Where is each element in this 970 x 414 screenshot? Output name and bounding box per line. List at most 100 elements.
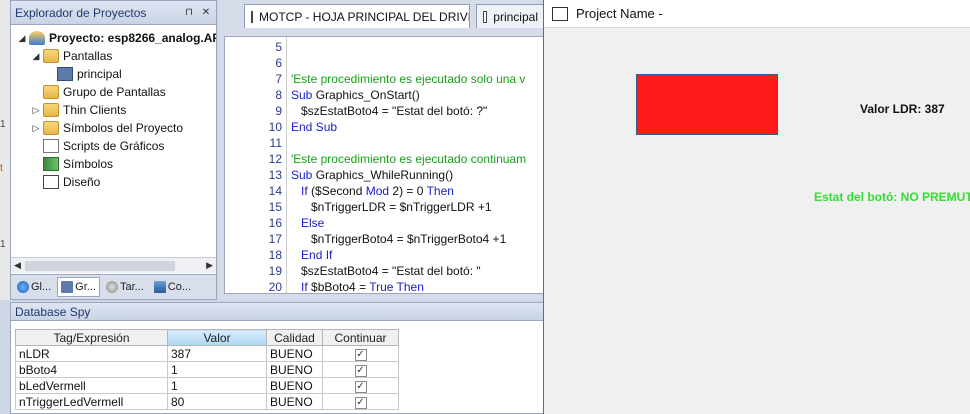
- tab-comm[interactable]: Co...: [150, 277, 195, 297]
- design-icon: [43, 175, 59, 189]
- tab-global[interactable]: Gl...: [13, 277, 55, 297]
- code-line[interactable]: Sub Graphics_WhileRunning(): [291, 167, 453, 183]
- spy-row[interactable]: bBoto4 1 BUENO ✓: [15, 361, 399, 378]
- spy-rows: nLDR 387 BUENO ✓ bBoto4 1 BUENO ✓ bLedVermell 1 BU…: [15, 345, 399, 410]
- code-area[interactable]: 5 6 7 8 9 10 11 12 13 14 15 16 17 18 19 20 'Este proced…: [224, 36, 545, 294]
- code-line[interactable]: $szEstatBoto4 = "Estat del botó: ?": [291, 103, 487, 119]
- button-state-label: Estat del botó: NO PREMUT: [814, 190, 970, 204]
- code-line[interactable]: 'Este procedimiento es ejecutado solo un…: [291, 71, 525, 87]
- column-header[interactable]: Valor: [167, 329, 267, 346]
- column-header[interactable]: Calidad: [266, 329, 323, 346]
- app-icon: [552, 6, 568, 21]
- tab-graphics[interactable]: Gr...: [57, 277, 100, 297]
- project-icon: [29, 31, 45, 45]
- tree-item[interactable]: Diseño: [31, 173, 100, 191]
- tab-principal[interactable]: principal: [476, 4, 545, 28]
- tree-item[interactable]: ▷ Símbolos del Proyecto: [31, 119, 183, 137]
- screen-icon: [61, 281, 74, 293]
- code-line[interactable]: 'Este procedimiento es ejecutado continu…: [291, 151, 526, 167]
- tab-tasks[interactable]: Tar...: [102, 277, 148, 297]
- expand-arrow-icon[interactable]: ▷: [31, 123, 41, 134]
- spy-quality-cell[interactable]: BUENO: [266, 361, 323, 378]
- tree-item[interactable]: ◢ Pantallas: [31, 47, 112, 65]
- scroll-left-icon[interactable]: ◀: [14, 260, 21, 271]
- spy-row[interactable]: bLedVermell 1 BUENO ✓: [15, 377, 399, 394]
- continue-checkbox[interactable]: ✓: [354, 397, 367, 409]
- tab-label: Co...: [167, 281, 192, 293]
- spy-tag-cell[interactable]: nTriggerLedVermell: [15, 393, 168, 410]
- tab-label: Gr...: [75, 281, 96, 293]
- spy-tag-cell[interactable]: bLedVermell: [15, 377, 168, 394]
- tree-item-label: Scripts de Gráficos: [63, 139, 165, 153]
- spy-row[interactable]: nLDR 387 BUENO ✓: [15, 345, 399, 362]
- spy-title: Database Spy: [11, 303, 544, 321]
- tree-item[interactable]: Scripts de Gráficos: [31, 137, 164, 155]
- folder-icon: [43, 121, 59, 135]
- spy-quality-cell[interactable]: BUENO: [266, 377, 323, 394]
- code-line[interactable]: $nTriggerBoto4 = $nTriggerBoto4 +1: [291, 231, 506, 247]
- line-number: 13: [268, 168, 282, 182]
- spy-value-cell[interactable]: 1: [167, 361, 267, 378]
- scroll-right-icon[interactable]: ▶: [206, 260, 213, 271]
- continue-checkbox[interactable]: ✓: [354, 365, 367, 377]
- expand-arrow-icon[interactable]: ◢: [31, 51, 41, 62]
- column-header[interactable]: Tag/Expresión: [15, 329, 168, 346]
- code-text: $nTriggerLDR = $nTriggerLDR +1: [291, 200, 492, 214]
- tree-item[interactable]: Símbolos: [31, 155, 113, 173]
- code-text: 2) = 0: [389, 184, 427, 198]
- explorer-hscrollbar[interactable]: ◀ ▶: [11, 257, 216, 273]
- code-text: $nTriggerBoto4 = $nTriggerBoto4 +1: [291, 232, 507, 246]
- code-line[interactable]: Else: [291, 215, 324, 231]
- line-number: 7: [275, 72, 282, 86]
- tree-item[interactable]: Grupo de Pantallas: [31, 83, 166, 101]
- tab-label: MOTCP - HOJA PRINCIPAL DEL DRIVER: [259, 9, 470, 24]
- code-line[interactable]: If $bBoto4 = True Then: [291, 279, 424, 294]
- line-number: 14: [268, 184, 282, 198]
- spy-quality-cell[interactable]: BUENO: [266, 345, 323, 362]
- tree-item[interactable]: principal: [45, 65, 122, 83]
- spy-row[interactable]: nTriggerLedVermell 80 BUENO ✓: [15, 393, 399, 410]
- column-header[interactable]: Continuar: [322, 329, 399, 346]
- continue-checkbox[interactable]: ✓: [354, 349, 367, 361]
- script-editor: MOTCP - HOJA PRINCIPAL DEL DRIVER princi…: [218, 0, 545, 300]
- code-text: $bBoto4 =: [307, 280, 370, 294]
- tree-item[interactable]: ▷ Thin Clients: [31, 101, 126, 119]
- close-icon[interactable]: ✕: [199, 6, 213, 20]
- editor-tabrow: MOTCP - HOJA PRINCIPAL DEL DRIVER princi…: [218, 0, 545, 36]
- code-line[interactable]: Sub Graphics_OnStart(): [291, 87, 420, 103]
- line-number: 17: [268, 232, 282, 246]
- tree-item[interactable]: ◢ Proyecto: esp8266_analog.AP: [17, 29, 216, 47]
- runtime-titlebar: Project Name -: [544, 0, 970, 28]
- scroll-thumb[interactable]: [25, 261, 175, 271]
- code-line[interactable]: End Sub: [291, 119, 337, 135]
- expand-arrow-icon[interactable]: ▷: [31, 105, 41, 116]
- code-line[interactable]: $nTriggerLDR = $nTriggerLDR +1: [291, 199, 492, 215]
- tab-label: Tar...: [119, 281, 144, 293]
- runtime-window: Project Name - Valor LDR: 387 Estat del …: [543, 0, 970, 414]
- spy-tag-cell[interactable]: nLDR: [15, 345, 168, 362]
- code-keyword: True: [369, 280, 394, 294]
- spy-continue-cell: ✓: [322, 345, 399, 362]
- continue-checkbox[interactable]: ✓: [354, 381, 367, 393]
- background-strip: 1 t 1: [0, 0, 10, 300]
- code-keyword: If: [301, 184, 308, 198]
- screen-icon: [483, 10, 488, 23]
- expand-arrow-icon[interactable]: ◢: [17, 33, 27, 44]
- folder-icon: [43, 103, 59, 117]
- spy-tag-cell[interactable]: bBoto4: [15, 361, 168, 378]
- spy-value-cell[interactable]: 387: [167, 345, 267, 362]
- project-tree: ◢ Proyecto: esp8266_analog.AP ◢ Pantallas pr…: [11, 25, 216, 257]
- code-line[interactable]: If ($Second Mod 2) = 0 Then: [291, 183, 454, 199]
- code-comment: 'Este procedimiento es ejecutado continu…: [291, 152, 527, 166]
- code-line[interactable]: $szEstatBoto4 = "Estat del botó: ": [291, 263, 481, 279]
- spy-value-cell[interactable]: 1: [167, 377, 267, 394]
- code-line[interactable]: End If: [291, 247, 332, 263]
- spy-quality-cell[interactable]: BUENO: [266, 393, 323, 410]
- tab-driver-sheet[interactable]: MOTCP - HOJA PRINCIPAL DEL DRIVER: [244, 4, 470, 28]
- pin-icon[interactable]: ⊓: [182, 6, 196, 20]
- spy-continue-cell: ✓: [322, 393, 399, 410]
- spy-grid: Tag/Expresión Valor Calidad Continuar nL…: [15, 329, 399, 410]
- code-text: $szEstatBoto4 = "Estat del botó: ": [291, 264, 481, 278]
- spy-value-cell[interactable]: 80: [167, 393, 267, 410]
